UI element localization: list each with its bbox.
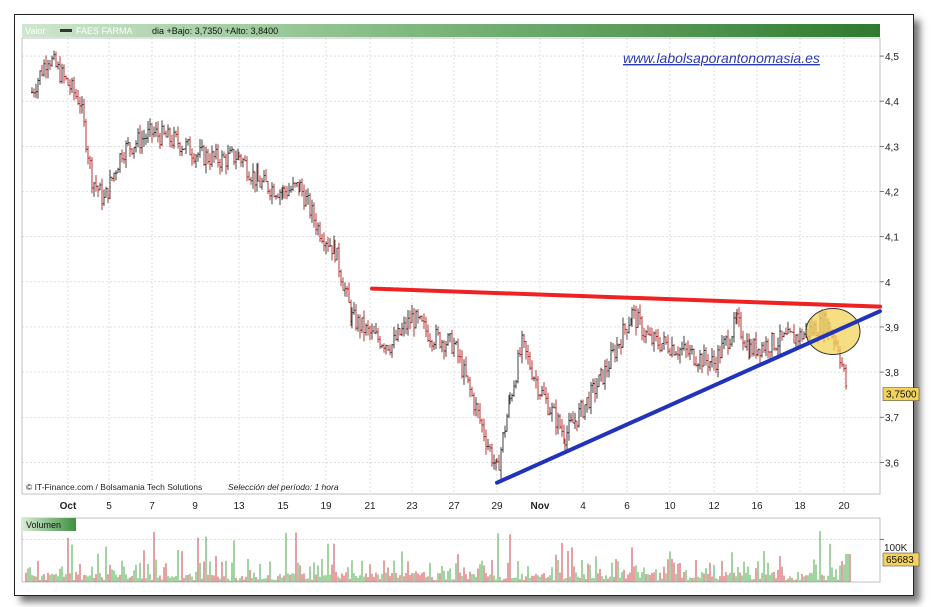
last-price-value: 3,7500 bbox=[886, 390, 917, 401]
time-tick-label: 23 bbox=[406, 501, 418, 512]
time-tick-label: 7 bbox=[149, 501, 155, 512]
time-axis: Oct 5 7 9 13 15 19 21 23 27 29 Nov 4 6 10 12 16 18 20 bbox=[60, 501, 850, 512]
price-tick-label: 3,6 bbox=[885, 458, 899, 469]
time-tick-label: 6 bbox=[624, 501, 630, 512]
series-swatch bbox=[60, 29, 72, 32]
last-volume-value: 65683 bbox=[886, 555, 914, 566]
source-credit: © IT-Finance.com / Bolsamania Tech Solut… bbox=[26, 482, 202, 492]
watermark-link[interactable]: www.labolsaporantonomasia.es bbox=[623, 50, 820, 66]
price-axis: 4,5 4,4 4,3 4,2 4,1 4 3,9 3,8 3,7 3,6 bbox=[885, 52, 899, 469]
time-tick-label: 9 bbox=[192, 501, 198, 512]
price-tick-label: 4,4 bbox=[885, 97, 899, 108]
time-tick-label: 29 bbox=[491, 501, 503, 512]
time-tick-label: 13 bbox=[233, 501, 245, 512]
price-tick-label: 4,1 bbox=[885, 233, 899, 244]
time-tick-label: 18 bbox=[794, 501, 806, 512]
price-tick-label: 3,8 bbox=[885, 368, 899, 379]
header-gradient bbox=[22, 24, 880, 37]
time-tick-label: Nov bbox=[531, 501, 550, 512]
chart-canvas: Valor FAES FARMA dia +Bajo: 3,7350 +Alto… bbox=[21, 24, 920, 583]
volume-axis-label: 100K bbox=[884, 543, 908, 554]
time-tick-label: 21 bbox=[364, 501, 376, 512]
time-tick-label: 20 bbox=[838, 501, 850, 512]
price-tick-label: 4,2 bbox=[885, 188, 899, 199]
time-tick-label: 12 bbox=[708, 501, 720, 512]
time-tick-label: Oct bbox=[60, 501, 77, 512]
time-tick-label: 5 bbox=[106, 501, 112, 512]
period-selection: Selección del período: 1 hora bbox=[228, 482, 339, 492]
time-tick-label: 16 bbox=[751, 501, 763, 512]
time-tick-label: 4 bbox=[580, 501, 586, 512]
price-tick-label: 4,3 bbox=[885, 142, 899, 153]
price-tick-label: 4,5 bbox=[885, 52, 899, 63]
day-range-info: dia +Bajo: 3,7350 +Alto: 3,8400 bbox=[152, 26, 278, 36]
price-tick-label: 3,7 bbox=[885, 413, 899, 424]
time-tick-label: 10 bbox=[664, 501, 676, 512]
time-tick-label: 19 bbox=[320, 501, 332, 512]
volume-plot-area bbox=[21, 517, 881, 583]
price-tick-label: 3,9 bbox=[885, 323, 899, 334]
valor-label: Valor bbox=[25, 26, 45, 36]
volume-label: Volumen bbox=[26, 520, 61, 530]
symbol-label: FAES FARMA bbox=[76, 26, 133, 36]
price-tick-label: 4 bbox=[885, 278, 891, 289]
price-plot-area bbox=[21, 37, 881, 495]
time-tick-label: 27 bbox=[448, 501, 460, 512]
time-tick-label: 15 bbox=[277, 501, 289, 512]
